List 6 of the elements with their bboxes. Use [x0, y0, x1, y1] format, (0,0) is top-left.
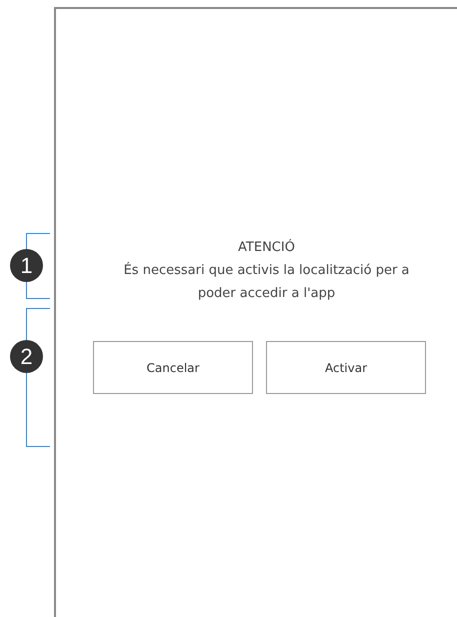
annotation-number: 2 — [10, 340, 43, 372]
cancel-button[interactable]: Cancelar — [93, 341, 253, 394]
activate-button[interactable]: Activar — [266, 341, 426, 394]
alert-title: ATENCIÓ — [237, 238, 296, 257]
annotation-number: 1 — [10, 249, 43, 282]
alert-message: És necessari que activis la localització per a poder accedir a l'app — [122, 261, 410, 303]
